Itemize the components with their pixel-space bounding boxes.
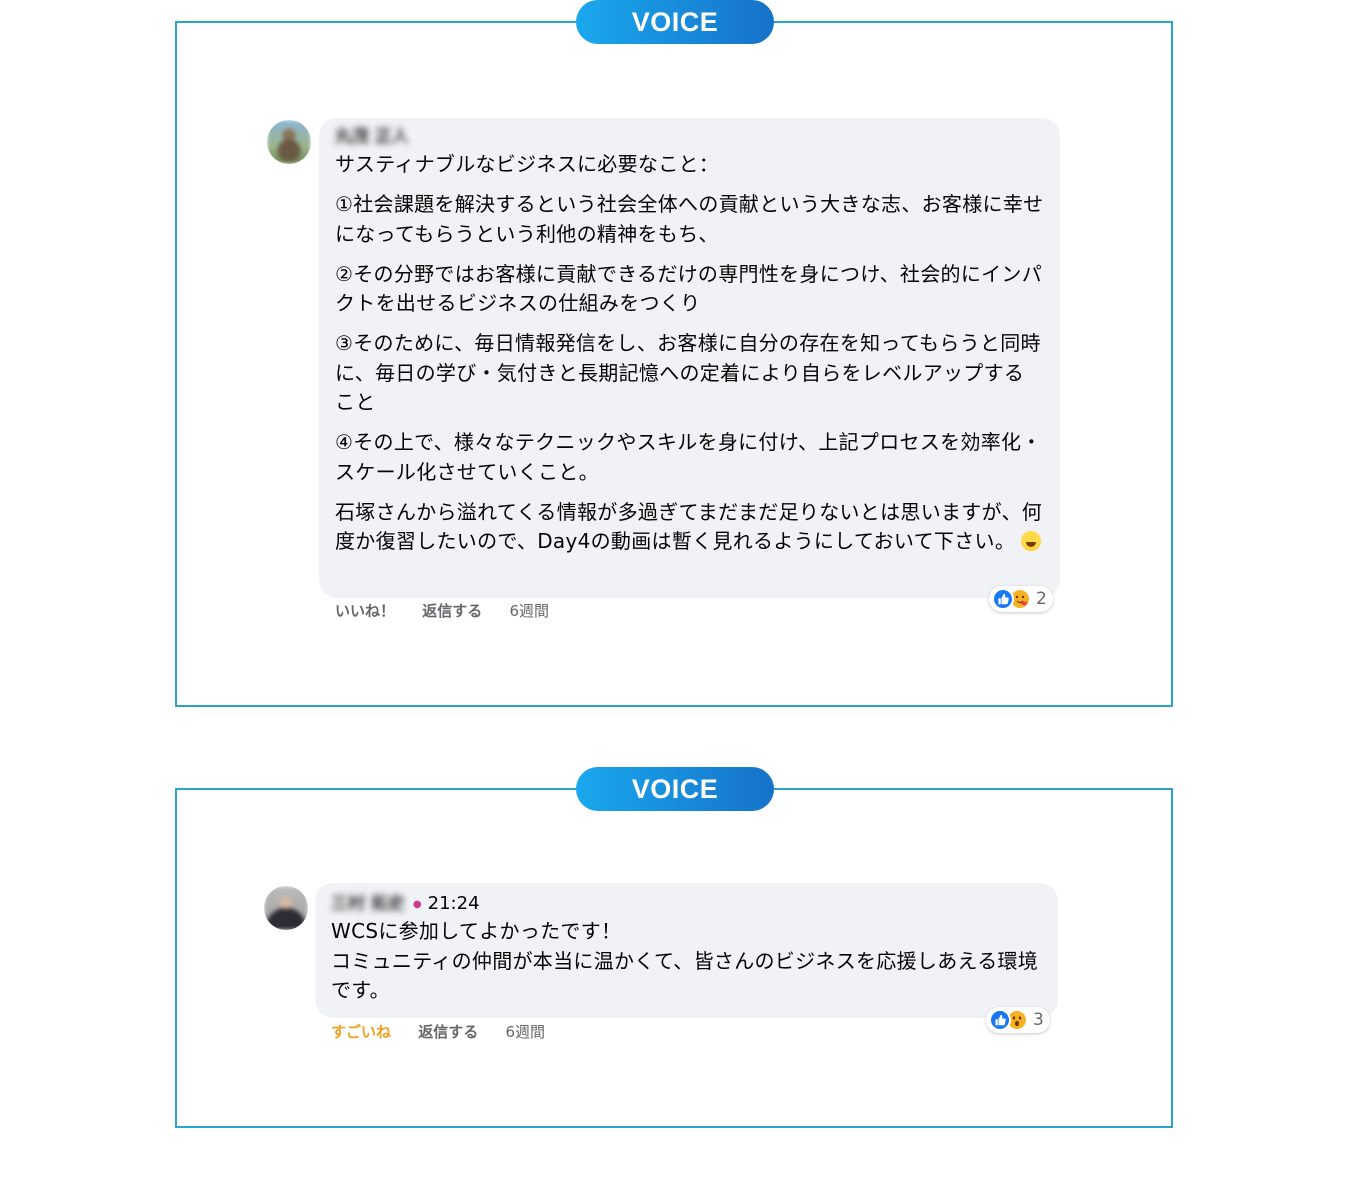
comment-author[interactable]: 三村 拓史 <box>331 891 405 917</box>
comment-actions: いいね！ 返信する 6週間 <box>335 600 571 621</box>
comment-text: コミュニティの仲間が本当に温かくて、皆さんのビジネスを応援しあえる環境です。 <box>331 948 1039 1003</box>
comment-time[interactable]: 21:24 <box>428 893 480 914</box>
avatar[interactable] <box>264 886 308 930</box>
comment-age[interactable]: 6週間 <box>506 1023 546 1041</box>
comment-text: ①社会課題を解決するという社会全体への貢献という大きな志、お客様に幸せになっても… <box>335 192 1044 246</box>
reaction-summary[interactable]: 3 <box>986 1007 1050 1033</box>
voice-badge: VOICE <box>576 0 774 44</box>
comment-author[interactable]: 丸茂 正人 <box>335 124 409 150</box>
wow-button[interactable]: すごいね <box>331 1023 391 1041</box>
like-button[interactable]: いいね！ <box>335 602 395 620</box>
voice-badge: VOICE <box>576 767 774 811</box>
comment-text: ③そのために、毎日情報発信をし、お客様に自分の存在を知ってもらうと同時に、毎日の… <box>335 331 1041 414</box>
comment-text: サスティナブルなビジネスに必要なこと： <box>335 152 720 176</box>
comment-age[interactable]: 6週間 <box>510 602 550 620</box>
reaction-summary[interactable]: 2 <box>989 586 1053 612</box>
reply-button[interactable]: 返信する <box>418 1023 478 1041</box>
reaction-count: 3 <box>1033 1010 1044 1030</box>
like-reaction-icon <box>989 1009 1011 1031</box>
comment-text: 石塚さんから溢れてくる情報が多過ぎてまだまだ足りないとは思いますが、何度か復習し… <box>335 499 1043 554</box>
laughing-emoji-icon <box>1021 531 1042 551</box>
reply-button[interactable]: 返信する <box>422 602 482 620</box>
comment-bubble: 丸茂 正人 サスティナブルなビジネスに必要なこと： ①社会課題を解決するという社… <box>319 118 1060 598</box>
separator-dot-icon: ● <box>412 898 422 910</box>
comment-text: ④その上で、様々なテクニックやスキルを身に付け、上記プロセスを効率化・スケール化… <box>335 430 1042 484</box>
reaction-count: 2 <box>1036 589 1047 609</box>
like-reaction-icon <box>992 588 1014 610</box>
avatar[interactable] <box>267 120 311 164</box>
comment-text: ②その分野ではお客様に貢献できるだけの専門性を身につけ、社会的にインパクトを出せ… <box>335 261 1043 316</box>
comment-text: WCSに参加してよかったです！ <box>331 919 622 943</box>
comment-bubble: 三村 拓史 ● 21:24 WCSに参加してよかったです！ コミュニティの仲間が本当… <box>315 883 1058 1018</box>
comment-actions: すごいね 返信する 6週間 <box>331 1021 567 1042</box>
